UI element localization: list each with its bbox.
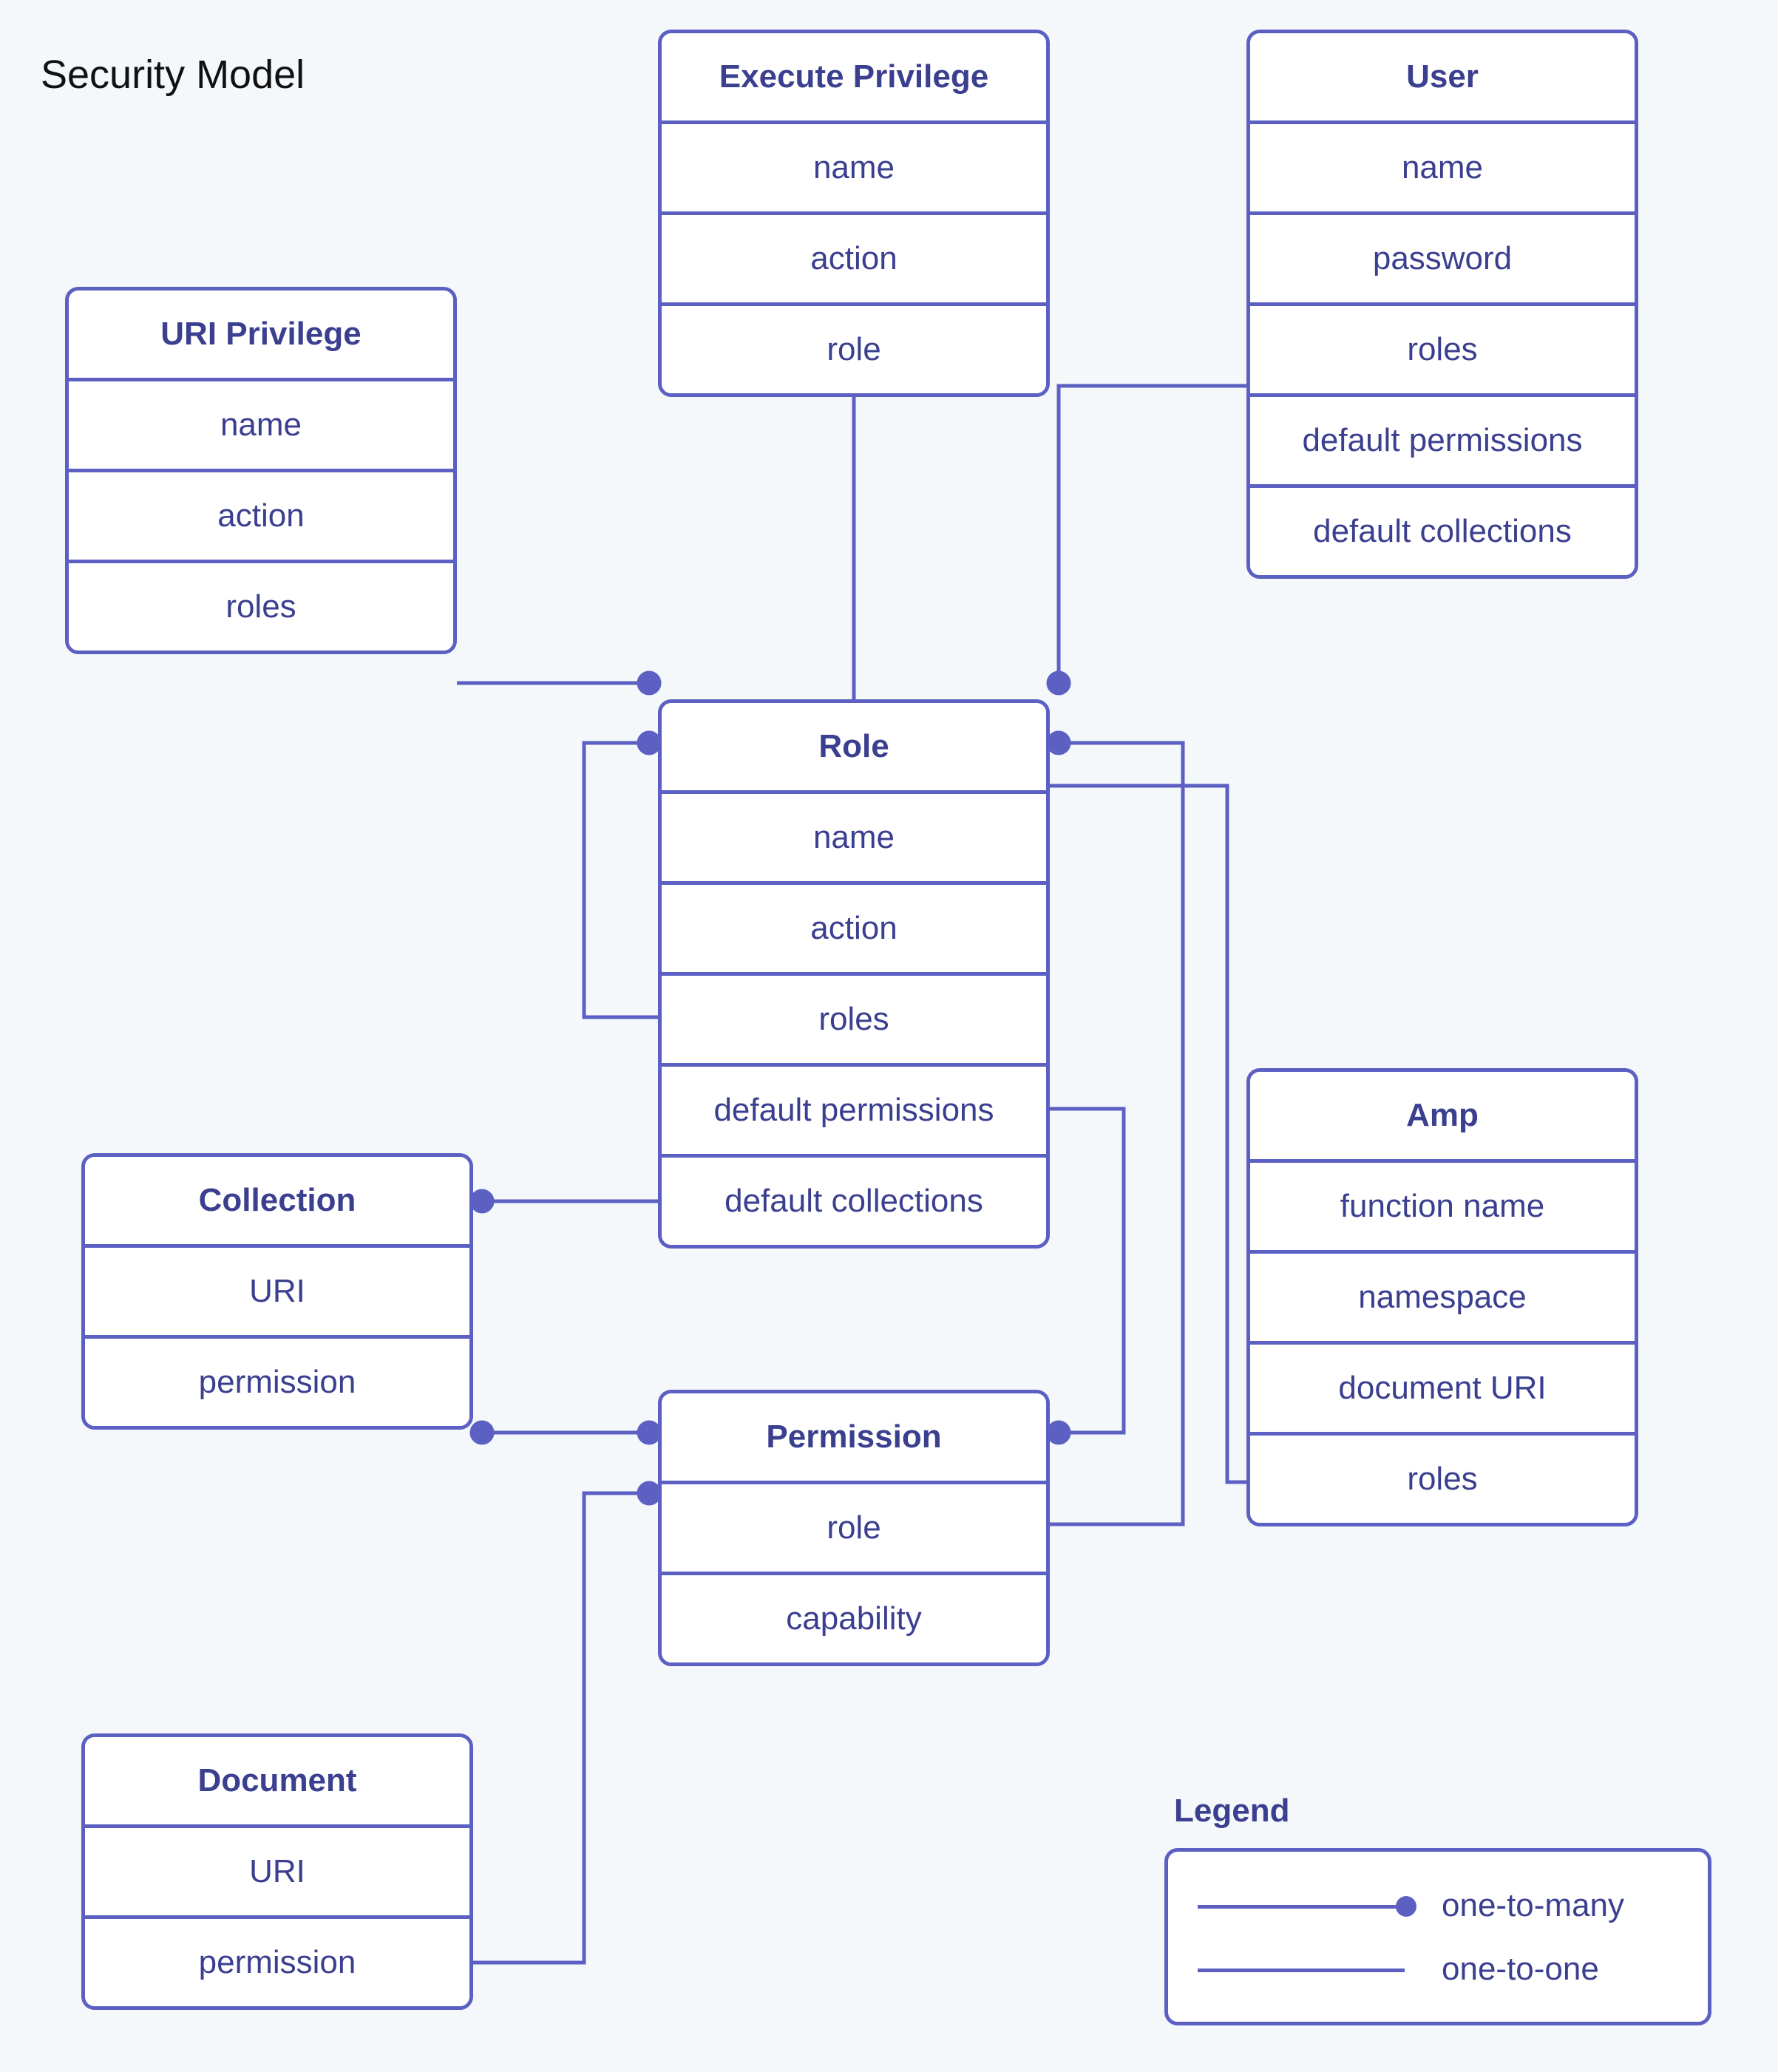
entity-header: User <box>1250 33 1635 120</box>
entity-header: Execute Privilege <box>662 33 1046 120</box>
entity-row: document URI <box>1250 1341 1635 1432</box>
entity-row: name <box>69 378 453 469</box>
entity-row: namespace <box>1250 1250 1635 1341</box>
entity-row: default collections <box>1250 484 1635 575</box>
entity-row: name <box>1250 120 1635 211</box>
legend-box: one-to-many one-to-one <box>1164 1848 1711 2025</box>
entity-row: URI <box>85 1244 469 1335</box>
entity-collection: Collection URI permission <box>81 1153 473 1430</box>
entity-header: Permission <box>662 1393 1046 1481</box>
entity-row: roles <box>662 972 1046 1063</box>
entity-uri-privilege: URI Privilege name action roles <box>65 287 457 654</box>
entity-row: action <box>662 881 1046 972</box>
entity-header: Amp <box>1250 1072 1635 1159</box>
entity-header: URI Privilege <box>69 291 453 378</box>
entity-role: Role name action roles default permissio… <box>658 699 1050 1249</box>
entity-row: function name <box>1250 1159 1635 1250</box>
entity-row: permission <box>85 1915 469 2006</box>
entity-row: action <box>662 211 1046 302</box>
entity-row: action <box>69 469 453 560</box>
entity-row: name <box>662 120 1046 211</box>
entity-row: name <box>662 790 1046 881</box>
entity-row: permission <box>85 1335 469 1426</box>
entity-row: URI <box>85 1824 469 1915</box>
entity-row: password <box>1250 211 1635 302</box>
entity-row: capability <box>662 1572 1046 1662</box>
entity-permission: Permission role capability <box>658 1390 1050 1666</box>
entity-row: roles <box>1250 1432 1635 1523</box>
entity-row: default collections <box>662 1154 1046 1245</box>
legend-label-one-to-one: one-to-one <box>1442 1951 1599 1988</box>
entity-row: roles <box>1250 302 1635 393</box>
entity-document: Document URI permission <box>81 1733 473 2010</box>
legend-line-one-to-many <box>1198 1905 1405 1909</box>
entity-row: default permissions <box>1250 393 1635 484</box>
legend-label-one-to-many: one-to-many <box>1442 1887 1624 1924</box>
legend-dot-icon <box>1396 1896 1416 1917</box>
entity-user: User name password roles default permiss… <box>1246 30 1638 579</box>
entity-row: role <box>662 302 1046 393</box>
entity-header: Document <box>85 1737 469 1824</box>
entity-row: default permissions <box>662 1063 1046 1154</box>
legend-title: Legend <box>1174 1793 1289 1830</box>
entity-row: roles <box>69 560 453 651</box>
entity-amp: Amp function name namespace document URI… <box>1246 1068 1638 1526</box>
entity-header: Role <box>662 703 1046 790</box>
entity-row: role <box>662 1481 1046 1572</box>
entity-execute-privilege: Execute Privilege name action role <box>658 30 1050 397</box>
entity-header: Collection <box>85 1157 469 1244</box>
legend-line-one-to-one <box>1198 1969 1405 1972</box>
diagram-title: Security Model <box>41 52 305 98</box>
